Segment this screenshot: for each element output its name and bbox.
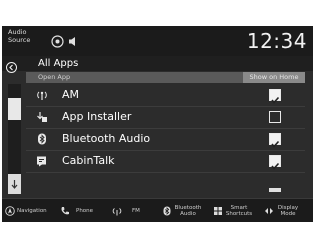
list-item-app-installer[interactable]: App Installer xyxy=(26,106,305,129)
audio-source-button[interactable]: Audio Source xyxy=(8,28,48,44)
speaker-icon[interactable] xyxy=(66,34,80,48)
clock: 12:34 xyxy=(246,29,307,53)
nav-display-mode-button[interactable]: Display Mode xyxy=(264,201,300,221)
fm-antenna-icon xyxy=(112,206,122,216)
list-item-am[interactable]: AM xyxy=(26,84,305,107)
scrollbar[interactable] xyxy=(8,84,21,194)
nav-fm-button[interactable]: FM xyxy=(112,201,140,221)
nav-label: Bluetooth Audio xyxy=(174,205,202,217)
bottom-nav: Navigation Phone FM Bluetooth Audio Smar… xyxy=(2,198,313,222)
nav-bluetooth-audio-button[interactable]: Bluetooth Audio xyxy=(162,201,202,221)
antenna-icon xyxy=(36,89,48,101)
list-item-partial[interactable] xyxy=(26,172,305,194)
show-on-home-checkbox[interactable] xyxy=(269,133,281,148)
show-on-home-checkbox[interactable] xyxy=(269,111,281,123)
nav-label: Smart Shortcuts xyxy=(225,205,253,217)
list-item-bluetooth-audio[interactable]: Bluetooth Audio xyxy=(26,128,305,151)
item-label: CabinTalk xyxy=(62,154,115,167)
nav-phone-button[interactable]: Phone xyxy=(60,201,93,221)
scroll-thumb[interactable] xyxy=(8,98,21,120)
title-row: All Apps xyxy=(2,56,313,73)
nav-label: FM xyxy=(132,208,140,214)
nav-label: Navigation xyxy=(17,208,47,214)
item-label: AM xyxy=(62,88,80,101)
nav-smart-shortcuts-button[interactable]: Smart Shortcuts xyxy=(213,201,253,221)
nav-label: Phone xyxy=(76,208,94,214)
voice-assist-icon[interactable] xyxy=(50,34,64,48)
arrow-down-icon xyxy=(11,180,18,189)
item-label: App Installer xyxy=(62,110,132,123)
download-icon xyxy=(36,111,48,123)
scroll-down-button[interactable] xyxy=(8,174,21,194)
navigation-icon xyxy=(5,206,15,216)
show-on-home-checkbox[interactable] xyxy=(269,89,281,104)
nav-label: Display Mode xyxy=(277,205,299,217)
item-label: Bluetooth Audio xyxy=(62,132,151,145)
display-screen: Audio Source 12:34 All Apps Open App Sho… xyxy=(2,26,313,222)
display-icon xyxy=(264,206,274,216)
nav-navigation-button[interactable]: Navigation xyxy=(5,201,47,221)
open-app-header: Open App xyxy=(38,73,71,81)
show-on-home-checkbox[interactable] xyxy=(269,188,281,192)
show-on-home-header: Show on Home xyxy=(243,72,305,83)
cabintalk-icon xyxy=(36,155,48,167)
apps-list: AM App Installer Bluetooth Audio CabinTa… xyxy=(26,84,305,194)
list-item-cabintalk[interactable]: CabinTalk xyxy=(26,150,305,173)
phone-icon xyxy=(60,206,70,216)
page-title: All Apps xyxy=(38,58,79,69)
bluetooth-icon xyxy=(36,133,48,145)
bluetooth-icon xyxy=(162,206,172,216)
status-bar: Audio Source 12:34 xyxy=(2,26,313,56)
device-frame: Audio Source 12:34 All Apps Open App Sho… xyxy=(0,0,317,244)
list-header: Open App Show on Home xyxy=(26,72,305,83)
shortcut-icon xyxy=(213,206,223,216)
show-on-home-checkbox[interactable] xyxy=(269,155,281,170)
back-icon[interactable] xyxy=(6,58,17,73)
